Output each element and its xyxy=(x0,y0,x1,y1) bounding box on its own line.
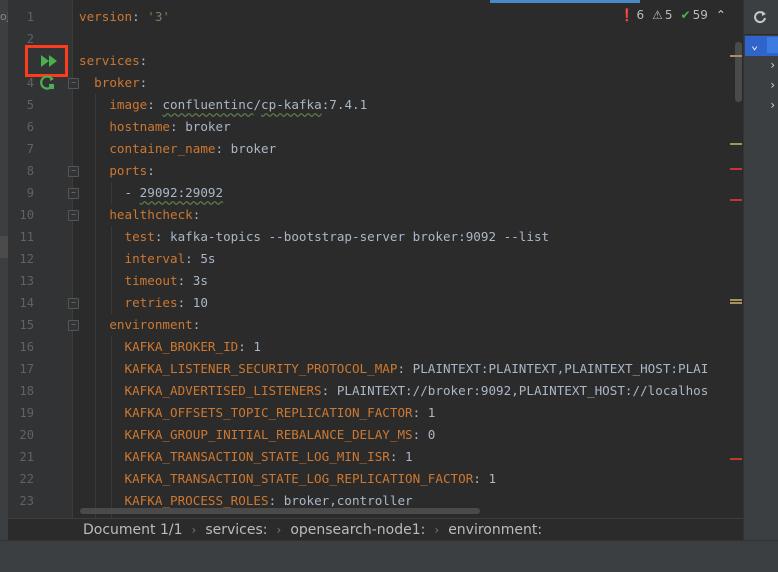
code-line: KAFKA_BROKER_ID: 1 xyxy=(124,339,262,354)
code-line: KAFKA_LISTENER_SECURITY_PROTOCOL_MAP: PL… xyxy=(124,361,709,376)
code-line: retries: 10 xyxy=(124,295,208,310)
chevron-right-icon[interactable]: › xyxy=(769,78,776,92)
error-count: 6 xyxy=(636,8,645,22)
breadcrumb-item[interactable]: environment: xyxy=(448,522,542,538)
refresh-icon[interactable] xyxy=(753,10,767,24)
tool-panel-header xyxy=(744,0,778,35)
line-number: 17 xyxy=(19,362,34,376)
tool-tree-selected-row[interactable]: ⌄ xyxy=(745,36,778,56)
error-stripe xyxy=(730,168,742,170)
code-line: KAFKA_TRANSACTION_STATE_LOG_MIN_ISR: 1 xyxy=(124,449,413,464)
line-number: 12 xyxy=(19,252,34,266)
node-icon xyxy=(767,37,778,53)
horizontal-scroll-thumb[interactable] xyxy=(80,508,480,514)
chevron-right-icon: › xyxy=(191,522,197,537)
code-line: KAFKA_OFFSETS_TOPIC_REPLICATION_FACTOR: … xyxy=(124,405,436,420)
line-number: 18 xyxy=(19,384,34,398)
warning-stripe xyxy=(730,299,742,301)
line-number: 21 xyxy=(19,450,34,464)
line-number: 10 xyxy=(19,208,34,222)
line-number: 20 xyxy=(19,428,34,442)
breadcrumb: Document 1/1 › services: › opensearch-no… xyxy=(8,518,743,540)
line-number: 15 xyxy=(19,318,34,332)
rerun-icon[interactable] xyxy=(40,75,56,91)
code-line: timeout: 3s xyxy=(124,273,208,288)
code-line: container_name: broker xyxy=(109,141,277,156)
line-number: 8 xyxy=(26,164,34,178)
code-line: test: kafka-topics --bootstrap-server br… xyxy=(124,229,550,244)
run-icon-highlight xyxy=(25,45,68,77)
code-line: image: confluentinc/cp-kafka:7.4.1 xyxy=(109,97,368,112)
line-number: 11 xyxy=(19,230,34,244)
code-line: services: xyxy=(79,53,148,68)
warning-stripe xyxy=(730,302,742,304)
error-icon: ❗ xyxy=(619,8,635,22)
warning-stripe xyxy=(730,55,742,57)
project-selected-row xyxy=(0,236,8,258)
chevron-right-icon[interactable]: › xyxy=(769,98,776,112)
code-editor[interactable]: version: '3' services: broker: image: co… xyxy=(73,0,733,518)
line-number: 9 xyxy=(26,186,34,200)
code-line: hostname: broker xyxy=(109,119,231,134)
line-number: 5 xyxy=(26,98,34,112)
line-number: 7 xyxy=(26,142,34,156)
status-bar xyxy=(0,540,778,572)
vertical-scroll-thumb[interactable] xyxy=(735,42,742,102)
code-line: interval: 5s xyxy=(124,251,216,266)
inspection-widget[interactable]: ❗ 6 ⚠ 5 ✔ 59 ⌃ ⌄ xyxy=(620,8,744,22)
typo-check-icon: ✔ xyxy=(680,8,691,22)
right-tool-panel: ⌄ › › › xyxy=(743,0,778,540)
error-stripe xyxy=(730,458,742,460)
code-line: ports: xyxy=(109,163,155,178)
chevron-right-icon: › xyxy=(276,522,282,537)
warning-stripe xyxy=(730,143,742,145)
code-line: KAFKA_GROUP_INITIAL_REBALANCE_DELAY_MS: … xyxy=(124,427,436,442)
line-number: 1 xyxy=(26,10,34,24)
line-number: 16 xyxy=(19,340,34,354)
line-number: 23 xyxy=(19,494,34,508)
previous-highlight-button[interactable]: ⌃ xyxy=(716,8,726,22)
code-line: KAFKA_TRANSACTION_STATE_LOG_REPLICATION_… xyxy=(124,471,497,486)
line-number: 14 xyxy=(19,296,34,310)
breadcrumb-item[interactable]: opensearch-node1: xyxy=(290,522,425,538)
line-number: 13 xyxy=(19,274,34,288)
code-line: version: '3' xyxy=(79,9,170,24)
line-number: 6 xyxy=(26,120,34,134)
breadcrumb-item[interactable]: Document 1/1 xyxy=(83,522,183,538)
warning-count: 5 xyxy=(664,8,673,22)
project-panel-edge[interactable]: oj xyxy=(0,0,10,540)
chevron-right-icon: › xyxy=(434,522,440,537)
code-line: healthcheck: xyxy=(109,207,201,222)
typo-count: 59 xyxy=(692,8,708,22)
code-line: - 29092:29092 xyxy=(79,185,224,200)
code-line: KAFKA_ADVERTISED_LISTENERS: PLAINTEXT://… xyxy=(124,383,709,398)
line-number: 19 xyxy=(19,406,34,420)
code-line: broker: xyxy=(94,75,148,90)
line-number: 22 xyxy=(19,472,34,486)
breadcrumb-item[interactable]: services: xyxy=(205,522,267,538)
error-stripe xyxy=(730,199,742,201)
warning-icon: ⚠ xyxy=(652,8,663,22)
chevron-down-icon: ⌄ xyxy=(751,38,759,52)
code-line: environment: xyxy=(109,317,201,332)
chevron-right-icon[interactable]: › xyxy=(769,58,776,72)
